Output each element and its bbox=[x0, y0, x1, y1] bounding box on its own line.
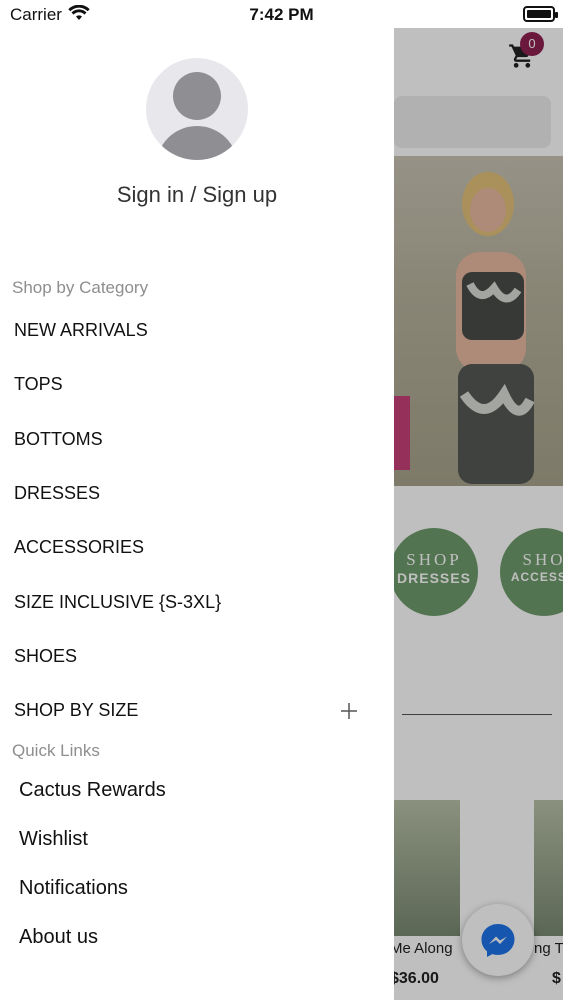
link-wishlist[interactable]: Wishlist bbox=[19, 828, 88, 851]
user-avatar-icon[interactable] bbox=[146, 58, 248, 160]
shop-by-category-heading: Shop by Category bbox=[12, 278, 149, 297]
battery-icon bbox=[523, 6, 558, 22]
side-menu-drawer: Sign in / Sign up Shop by Category NEW A… bbox=[0, 0, 394, 1000]
category-shoes[interactable]: SHOES bbox=[14, 646, 77, 667]
category-dresses[interactable]: DRESSES bbox=[14, 483, 100, 504]
category-bottoms[interactable]: BOTTOMS bbox=[14, 429, 103, 450]
link-about-us[interactable]: About us bbox=[19, 926, 98, 949]
category-accessories[interactable]: ACCESSORIES bbox=[14, 537, 144, 558]
category-tops[interactable]: TOPS bbox=[14, 374, 63, 395]
category-new-arrivals[interactable]: NEW ARRIVALS bbox=[14, 320, 148, 341]
dim-overlay[interactable] bbox=[394, 28, 563, 1000]
quick-links-heading: Quick Links bbox=[12, 741, 100, 760]
category-size-inclusive[interactable]: SIZE INCLUSIVE {S-3XL} bbox=[14, 592, 221, 613]
category-shop-by-size[interactable]: SHOP BY SIZE bbox=[14, 700, 138, 721]
sign-in-link[interactable]: Sign in / Sign up bbox=[0, 182, 394, 208]
status-bar: Carrier 7:42 PM bbox=[0, 0, 563, 28]
link-notifications[interactable]: Notifications bbox=[19, 877, 128, 900]
link-cactus-rewards[interactable]: Cactus Rewards bbox=[19, 779, 166, 802]
clock: 7:42 PM bbox=[249, 5, 314, 24]
plus-icon[interactable] bbox=[338, 700, 360, 722]
